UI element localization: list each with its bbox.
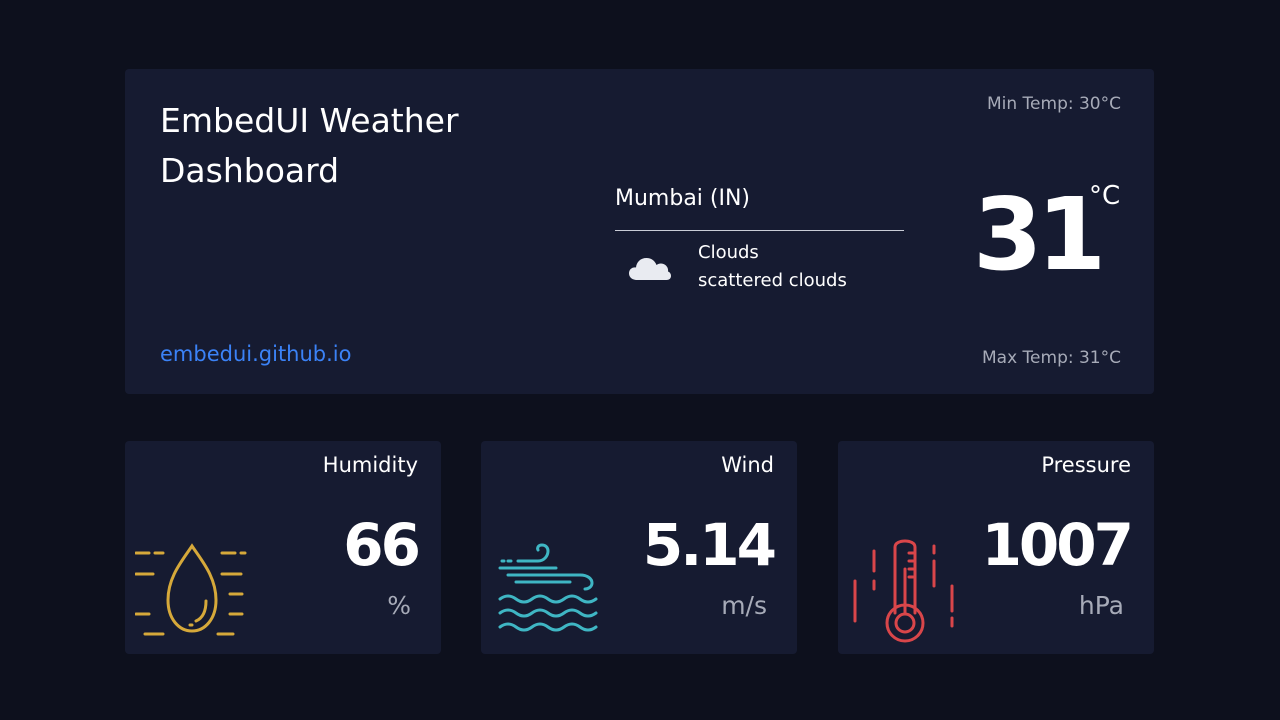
page-title: EmbedUI Weather Dashboard	[160, 101, 459, 190]
cloud-icon	[629, 258, 671, 280]
wind-value: 5.14	[642, 511, 777, 579]
temperature-unit: °C	[1089, 181, 1121, 211]
city-name: Mumbai (IN)	[615, 186, 751, 211]
site-link[interactable]: embedui.github.io	[160, 342, 351, 366]
condition-description: scattered clouds	[698, 270, 847, 291]
humidity-unit: %	[387, 591, 411, 620]
max-temp: Max Temp: 31°C	[982, 348, 1121, 368]
wind-card: Wind 5.14 m/s	[481, 441, 797, 654]
min-temp: Min Temp: 30°C	[986, 94, 1121, 114]
weather-summary-card: EmbedUI Weather Dashboard embedui.github…	[125, 69, 1154, 394]
divider	[615, 230, 904, 231]
humidity-card: Humidity 66 %	[125, 441, 441, 654]
humidity-value: 66	[343, 511, 421, 579]
wind-icon	[498, 543, 598, 632]
pressure-unit: hPa	[1078, 591, 1124, 620]
humidity-label: Humidity	[322, 453, 418, 477]
current-temperature: 31	[973, 176, 1106, 293]
droplet-icon	[135, 543, 247, 636]
condition-main: Clouds	[698, 242, 759, 263]
pressure-card: Pressure 1007 hPa	[838, 441, 1154, 654]
wind-label: Wind	[721, 453, 774, 477]
wind-unit: m/s	[721, 591, 767, 620]
thermometer-icon	[853, 539, 954, 643]
pressure-value: 1007	[981, 511, 1134, 579]
pressure-label: Pressure	[1041, 453, 1131, 477]
